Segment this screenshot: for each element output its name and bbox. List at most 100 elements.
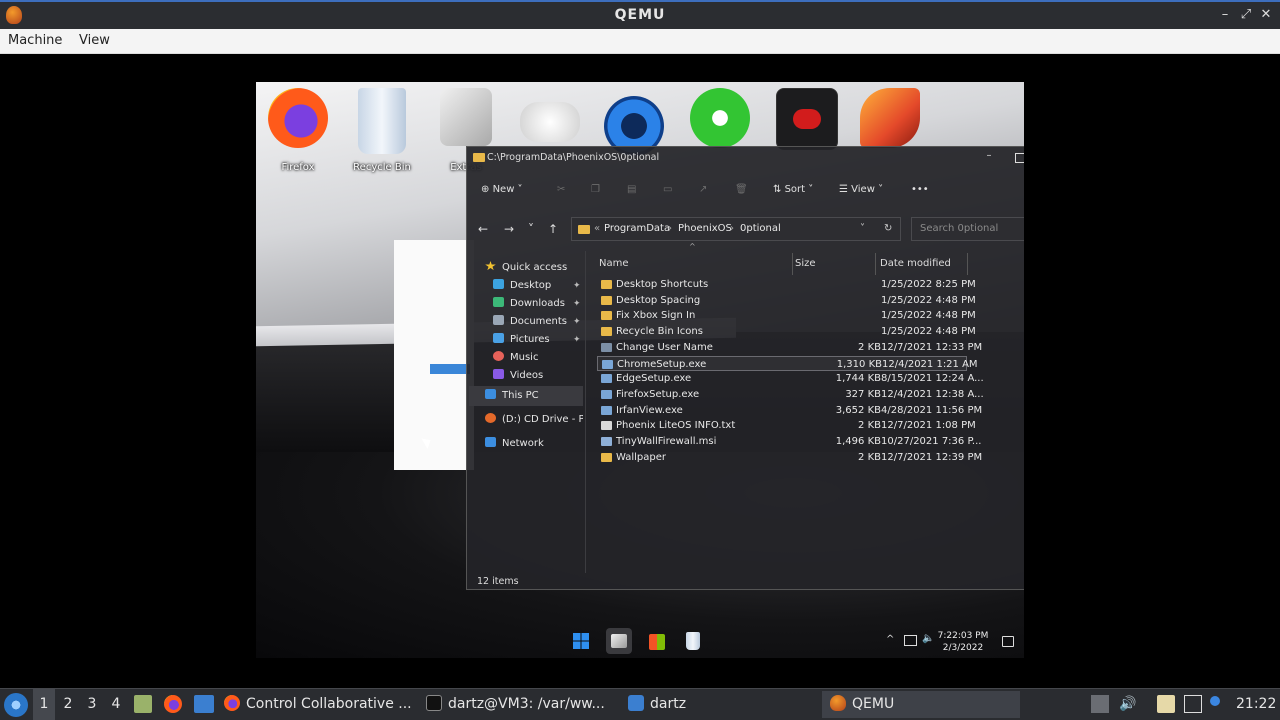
- refresh-icon[interactable]: ↻: [884, 218, 892, 240]
- explorer-maximize-icon[interactable]: [1015, 153, 1024, 163]
- file-row[interactable]: EdgeSetup.exe 1,744 KB 8/15/2021 12:24 A..…: [597, 371, 984, 387]
- breadcrumb-overflow-icon[interactable]: «: [594, 218, 600, 240]
- taskbar-store[interactable]: [644, 628, 670, 654]
- address-dropdown-icon[interactable]: ˅: [860, 218, 865, 240]
- file-date: 1/25/2022 4:48 PM: [881, 310, 976, 322]
- file-name: Desktop Shortcuts: [616, 279, 709, 290]
- nav-downloads[interactable]: Downloads: [493, 295, 565, 313]
- workspace-4[interactable]: 4: [105, 689, 127, 720]
- address-bar[interactable]: « ProgramData › PhoenixOS › 0ptional ˅ ↻: [571, 217, 901, 241]
- nav-cd-drive[interactable]: (D:) CD Drive - Phoenix: [485, 411, 583, 429]
- column-header-size[interactable]: Size: [795, 255, 816, 273]
- qemu-titlebar: QEMU – ⤢ ✕: [0, 0, 1280, 29]
- column-header-name[interactable]: Name: [599, 255, 629, 273]
- workspace-3[interactable]: 3: [81, 689, 103, 720]
- file-row[interactable]: Desktop Shortcuts 1/25/2022 8:25 PM: [597, 277, 976, 293]
- guest-clock[interactable]: 7:22:03 PM 2/3/2022: [936, 630, 990, 654]
- taskbar-recycle[interactable]: [680, 628, 706, 654]
- nav-pictures[interactable]: Pictures: [493, 331, 550, 349]
- breadcrumb-phoenixos[interactable]: PhoenixOS: [678, 218, 732, 240]
- nav-desktop[interactable]: Desktop: [493, 277, 551, 295]
- forward-icon[interactable]: →: [501, 221, 517, 237]
- search-placeholder: Search 0ptional: [920, 223, 999, 234]
- nav-music[interactable]: Music: [493, 349, 538, 367]
- nav-videos[interactable]: Videos: [493, 367, 543, 385]
- breadcrumb-optional[interactable]: 0ptional: [740, 218, 781, 240]
- host-clock[interactable]: 21:22: [1236, 689, 1276, 720]
- share-icon[interactable]: ↗: [699, 181, 707, 199]
- file-row[interactable]: Change User Name 2 KB 12/7/2021 12:33 PM: [597, 340, 982, 356]
- file-row[interactable]: Phoenix LiteOS INFO.txt 2 KB 12/7/2021 1:0…: [597, 418, 976, 434]
- start-menu-icon[interactable]: [4, 693, 28, 717]
- workspace-2[interactable]: 2: [57, 689, 79, 720]
- desktop-launcher-icon[interactable]: [194, 695, 214, 713]
- menu-view[interactable]: View: [79, 29, 110, 53]
- volume-icon[interactable]: 🔈: [922, 633, 934, 644]
- column-header-date[interactable]: Date modified: [880, 255, 951, 273]
- guest-display[interactable]: Firefox Recycle Bin Extras C:\ProgramDat…: [256, 82, 1024, 658]
- desktop-icon-firefox[interactable]: Firefox: [258, 88, 338, 178]
- tray-indicator-icon[interactable]: [1091, 695, 1109, 713]
- column-separator[interactable]: [967, 253, 968, 275]
- paste-icon[interactable]: ▤: [627, 181, 636, 199]
- file-row[interactable]: Desktop Spacing 1/25/2022 4:48 PM: [597, 293, 976, 309]
- workspace-1[interactable]: 1: [33, 689, 55, 720]
- file-row[interactable]: TinyWallFirewall.msi 1,496 KB 10/27/2021 7…: [597, 434, 981, 450]
- nav-quick-access[interactable]: Quick access: [485, 259, 567, 277]
- clipboard-icon[interactable]: [1157, 695, 1175, 713]
- info-icon[interactable]: [1210, 696, 1220, 706]
- cut-icon[interactable]: ✂: [557, 181, 565, 199]
- taskbar-file-explorer[interactable]: [606, 628, 632, 654]
- more-options-icon[interactable]: •••: [911, 181, 929, 199]
- file-row[interactable]: FirefoxSetup.exe 327 KB 12/4/2021 12:38 A.…: [597, 387, 984, 403]
- executable-icon: [601, 405, 612, 415]
- recent-locations-icon[interactable]: ˅: [523, 221, 539, 237]
- column-separator[interactable]: [875, 253, 876, 275]
- delete-icon[interactable]: 🗑: [735, 181, 748, 199]
- volume-icon[interactable]: 🔊: [1119, 695, 1137, 713]
- desktop-icon-recycle-bin[interactable]: Recycle Bin: [342, 88, 422, 178]
- file-row[interactable]: IrfanView.exe 3,652 KB 4/28/2021 11:56 PM: [597, 403, 982, 419]
- breadcrumb-programdata[interactable]: ProgramData: [604, 218, 670, 240]
- document-icon: [493, 315, 504, 325]
- menu-machine[interactable]: Machine: [8, 29, 62, 53]
- up-icon[interactable]: ↑: [545, 221, 561, 237]
- back-icon[interactable]: ←: [475, 221, 491, 237]
- background-dialog: [394, 240, 474, 470]
- firefox-launcher-icon[interactable]: [164, 695, 182, 713]
- file-row[interactable]: Recycle Bin Icons 1/25/2022 4:48 PM: [597, 324, 976, 340]
- view-button[interactable]: ☰ View ˅: [839, 181, 883, 199]
- start-button[interactable]: [568, 628, 594, 654]
- nav-documents[interactable]: Documents: [493, 313, 567, 331]
- search-input[interactable]: Search 0ptional: [911, 217, 1024, 241]
- nav-this-pc[interactable]: This PC: [485, 387, 539, 405]
- rename-icon[interactable]: ▭: [663, 181, 672, 199]
- file-row[interactable]: ChromeSetup.exe 1,310 KB 12/4/2021 1:21 AM: [597, 355, 978, 372]
- task-folder[interactable]: dartz: [628, 691, 818, 718]
- file-manager-launcher-icon[interactable]: [134, 695, 152, 713]
- task-terminal[interactable]: dartz@VM3: /var/ww...: [426, 691, 616, 718]
- notification-icon[interactable]: [1002, 636, 1014, 647]
- minimize-icon[interactable]: –: [1215, 5, 1235, 25]
- file-row[interactable]: Fix Xbox Sign In 1/25/2022 4:48 PM: [597, 308, 976, 324]
- background-dialog-progress: [430, 364, 470, 374]
- new-button[interactable]: ⊕ New ˅: [481, 181, 523, 199]
- folder-icon: [601, 327, 612, 337]
- breadcrumb-separator-icon: ›: [668, 223, 672, 234]
- folder-icon: [601, 452, 612, 462]
- restore-icon[interactable]: ⤢: [1236, 5, 1256, 25]
- close-icon[interactable]: ✕: [1256, 5, 1276, 25]
- display-icon[interactable]: [904, 635, 917, 646]
- windows-icon: [573, 633, 589, 649]
- tray-overflow-icon[interactable]: ^: [886, 634, 896, 645]
- nav-network[interactable]: Network: [485, 435, 544, 453]
- sort-button[interactable]: ⇅ Sort ˅: [773, 181, 813, 199]
- explorer-minimize-icon[interactable]: –: [983, 149, 995, 163]
- copy-icon[interactable]: ❐: [591, 181, 600, 199]
- column-separator[interactable]: [792, 253, 793, 275]
- task-qemu[interactable]: QEMU: [822, 691, 1020, 718]
- file-row[interactable]: Wallpaper 2 KB 12/7/2021 12:39 PM: [597, 450, 982, 466]
- task-firefox[interactable]: Control Collaborative ...: [224, 691, 414, 718]
- monitor-icon[interactable]: [1184, 695, 1202, 713]
- desktop-icon-label: Recycle Bin: [353, 162, 411, 173]
